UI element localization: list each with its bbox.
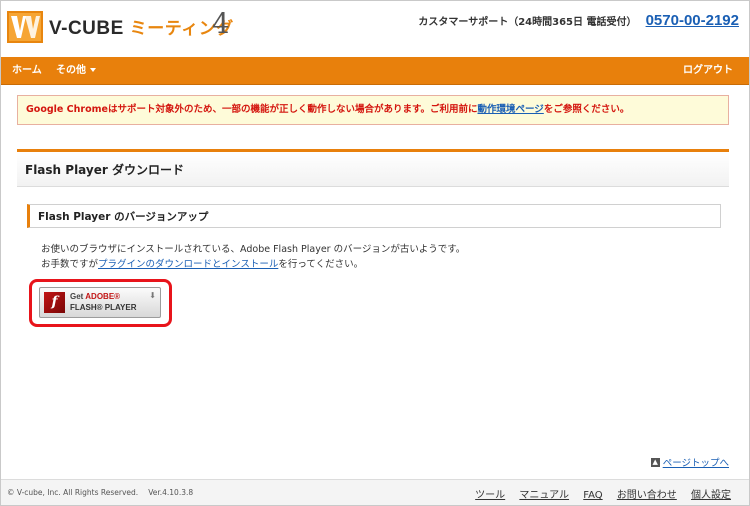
footer-link-faq[interactable]: FAQ (583, 490, 602, 501)
download-arrow-icon: ⬇ (149, 291, 156, 300)
message-line2-after: を行ってください。 (278, 259, 364, 270)
footer-link-manual[interactable]: マニュアル (519, 490, 569, 501)
flash-logo-icon: f (44, 292, 65, 313)
browser-page: V-CUBE ミーティング 4 カスタマーサポート（24時間365日 電話受付） … (0, 0, 750, 506)
version-text: Ver.4.10.3.8 (148, 488, 194, 497)
nav-other-menu[interactable]: その他 (56, 57, 96, 85)
nav-home[interactable]: ホーム (12, 57, 42, 85)
footer: © V-cube, Inc. All Rights Reserved. Ver.4… (1, 479, 749, 505)
get-flash-player-button[interactable]: f Get ADOBE® FLASH® PLAYER ⬇ (39, 287, 161, 318)
page-top[interactable]: ▲ ページトップへ (650, 455, 729, 469)
page-top-link[interactable]: ページトップへ (663, 458, 729, 469)
page-title-box: Flash Player ダウンロード (17, 149, 729, 187)
section-title: Flash Player のバージョンアップ (38, 211, 209, 223)
caret-down-icon (90, 68, 96, 72)
alert-environment-link[interactable]: 動作環境ページ (478, 104, 544, 115)
section-header: Flash Player のバージョンアップ (27, 204, 721, 228)
support-phone-link[interactable]: 0570-00-2192 (646, 12, 739, 29)
footer-link-contact[interactable]: お問い合わせ (617, 490, 677, 501)
copyright-text: © V-cube, Inc. All Rights Reserved. (7, 488, 139, 497)
message-line2: お手数ですがプラグインのダウンロードとインストールを行ってください。 (41, 257, 465, 272)
logo-version: 4 (212, 7, 230, 40)
copyright: © V-cube, Inc. All Rights Reserved. Ver.4… (7, 488, 193, 497)
flash-get-text: Get (70, 292, 84, 301)
message-text: お使いのブラウザにインストールされている、Adobe Flash Player … (41, 242, 465, 272)
nav-other-label: その他 (56, 65, 86, 76)
footer-link-tools[interactable]: ツール (475, 490, 505, 501)
arrow-up-icon: ▲ (650, 457, 660, 467)
footer-link-settings[interactable]: 個人設定 (691, 490, 731, 501)
browser-warning-alert: Google Chromeはサポート対象外のため、一部の機能が正しく動作しない場… (17, 95, 729, 125)
alert-text-before: Google Chromeはサポート対象外のため、一部の機能が正しく動作しない場… (26, 104, 478, 115)
vcube-logo-icon (7, 11, 43, 43)
nav-logout[interactable]: ログアウト (683, 57, 733, 85)
flash-adobe-text: ADOBE® (85, 292, 121, 301)
support-label: カスタマーサポート（24時間365日 電話受付） (418, 17, 637, 28)
flash-player-text: FLASH® PLAYER (70, 303, 137, 312)
logo-vcube: V-CUBE (49, 18, 124, 39)
header: V-CUBE ミーティング 4 カスタマーサポート（24時間365日 電話受付） … (1, 1, 749, 55)
logo-text: V-CUBE ミーティング (49, 14, 234, 40)
alert-text-after: をご参照ください。 (543, 104, 630, 115)
message-line1: お使いのブラウザにインストールされている、Adobe Flash Player … (41, 244, 466, 255)
flash-get-label: Get ADOBE® (70, 292, 120, 301)
page-title: Flash Player ダウンロード (25, 163, 184, 177)
customer-support: カスタマーサポート（24時間365日 電話受付） 0570-00-2192 (418, 10, 739, 29)
main-nav: ホーム その他 ログアウト (1, 57, 749, 85)
message-line2-before: お手数ですが (41, 259, 99, 270)
footer-links: ツール マニュアル FAQ お問い合わせ 個人設定 (464, 486, 731, 501)
plugin-download-link[interactable]: プラグインのダウンロードとインストール (98, 259, 278, 270)
